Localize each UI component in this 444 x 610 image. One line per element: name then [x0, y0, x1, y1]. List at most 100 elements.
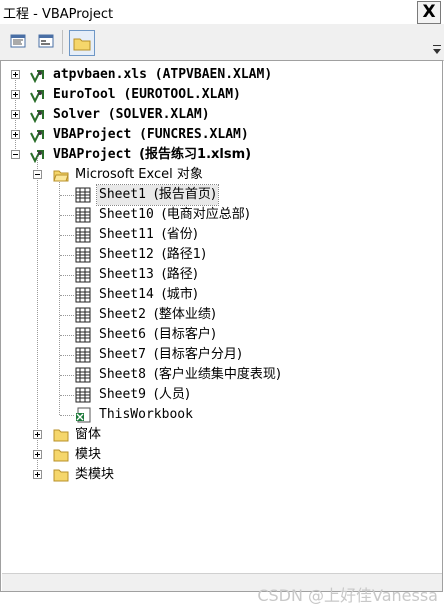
tree-folder-class-modules[interactable]: 类模块	[1, 465, 441, 485]
toolbar-overflow-button[interactable]	[432, 42, 442, 56]
toolbar-separator	[62, 30, 63, 54]
expand-icon[interactable]	[33, 450, 42, 459]
toggle-folders-button[interactable]	[69, 30, 95, 56]
folder-label: 类模块	[75, 467, 115, 482]
project-name: EuroTool	[53, 87, 116, 102]
sheet-name: Sheet6	[99, 327, 146, 342]
sheet-caption: (人员)	[153, 387, 190, 402]
workbook-icon	[76, 407, 91, 423]
project-detail: (ATPVBAEN.XLAM)	[154, 67, 273, 82]
sheet-caption: (路径)	[161, 267, 198, 282]
collapse-icon[interactable]	[33, 170, 42, 179]
sheet-name: Sheet12	[99, 247, 154, 262]
sheet-name: Sheet7	[99, 347, 146, 362]
close-button[interactable]: X	[417, 1, 441, 24]
sheet-name: Sheet11	[99, 227, 154, 242]
project-tree[interactable]: atpvbaen.xls (ATPVBAEN.XLAM) EuroTool (E…	[0, 60, 443, 592]
sheet-name: Sheet2	[99, 307, 146, 322]
view-code-button[interactable]	[8, 31, 28, 51]
sheet-name: Sheet13	[99, 267, 154, 282]
tree-folder-forms[interactable]: 窗体	[1, 425, 441, 445]
worksheet-icon	[75, 207, 91, 223]
worksheet-icon	[75, 187, 91, 203]
sheet-caption: (省份)	[161, 227, 198, 242]
tree-project-eurotool[interactable]: EuroTool (EUROTOOL.XLAM)	[1, 85, 441, 105]
sheet-caption: (目标客户)	[153, 327, 216, 342]
tree-connector	[60, 415, 74, 416]
tree-sheet[interactable]: Sheet10 (电商对应总部)	[1, 205, 441, 225]
tree-sheet[interactable]: Sheet11 (省份)	[1, 225, 441, 245]
tree-connector	[60, 235, 74, 236]
tree-connector	[60, 275, 74, 276]
tree-sheet[interactable]: Sheet6 (目标客户)	[1, 325, 441, 345]
tree-folder-modules[interactable]: 模块	[1, 445, 441, 465]
sheet-name: Sheet1	[99, 187, 146, 202]
tree-connector	[60, 295, 74, 296]
worksheet-icon	[75, 307, 91, 323]
folder-label: 模块	[75, 447, 102, 462]
folder-icon	[53, 429, 69, 442]
worksheet-icon	[75, 327, 91, 343]
sheet-name: Sheet9	[99, 387, 146, 402]
tree-sheet[interactable]: Sheet1 (报告首页)	[1, 184, 441, 206]
tree-project-funcres[interactable]: VBAProject (FUNCRES.XLAM)	[1, 125, 441, 145]
sheet-caption: (电商对应总部)	[161, 207, 250, 222]
tree-project-report[interactable]: VBAProject (报告练习1.xlsm)	[1, 145, 441, 165]
sheet-caption: (客户业绩集中度表现)	[153, 367, 281, 382]
vba-project-icon	[30, 90, 44, 103]
workbook-label: ThisWorkbook	[99, 407, 193, 422]
vba-project-icon	[30, 70, 44, 83]
expand-icon[interactable]	[11, 130, 20, 139]
tree-connector	[60, 315, 74, 316]
expand-icon[interactable]	[33, 470, 42, 479]
tree-workbook[interactable]: ThisWorkbook	[1, 405, 441, 425]
window-title: 工程 - VBAProject	[3, 7, 114, 22]
expand-icon[interactable]	[33, 430, 42, 439]
project-name: VBAProject	[53, 127, 132, 142]
watermark: CSDN @上好佳Vanessa	[257, 586, 438, 605]
tree-sheet[interactable]: Sheet13 (路径)	[1, 265, 441, 285]
view-object-icon	[38, 34, 54, 48]
tree-project-atpvbaen[interactable]: atpvbaen.xls (ATPVBAEN.XLAM)	[1, 65, 441, 85]
expand-icon[interactable]	[11, 110, 20, 119]
tree-sheet[interactable]: Sheet7 (目标客户分月)	[1, 345, 441, 365]
sheet-caption: (路径1)	[161, 247, 207, 262]
worksheet-icon	[75, 347, 91, 363]
folder-icon	[73, 38, 91, 51]
tree-connector	[60, 255, 74, 256]
worksheet-icon	[75, 367, 91, 383]
project-detail: (FUNCRES.XLAM)	[139, 127, 249, 142]
tree-connector	[60, 195, 74, 196]
expand-icon[interactable]	[11, 70, 20, 79]
view-object-button[interactable]	[36, 31, 56, 51]
tree-folder-excel-objects[interactable]: Microsoft Excel 对象	[1, 165, 441, 185]
tree-connector	[60, 215, 74, 216]
sheet-caption: (报告首页)	[153, 187, 216, 202]
collapse-icon[interactable]	[11, 150, 20, 159]
open-folder-icon	[53, 170, 69, 182]
folder-icon	[53, 469, 69, 482]
vba-project-icon	[30, 130, 44, 143]
tree-sheet[interactable]: Sheet14 (城市)	[1, 285, 441, 305]
tree-connector	[60, 375, 74, 376]
project-detail: (报告练习1.xlsm)	[139, 147, 252, 162]
window-titlebar: 工程 - VBAProject X	[0, 0, 444, 25]
tree-project-solver[interactable]: Solver (SOLVER.XLAM)	[1, 105, 441, 125]
tree-connector	[60, 395, 74, 396]
worksheet-icon	[75, 247, 91, 263]
project-name: atpvbaen.xls	[53, 67, 147, 82]
folder-icon	[53, 449, 69, 462]
tree-sheet[interactable]: Sheet8 (客户业绩集中度表现)	[1, 365, 441, 385]
tree-sheet[interactable]: Sheet12 (路径1)	[1, 245, 441, 265]
expand-icon[interactable]	[11, 90, 20, 99]
tree-sheet[interactable]: Sheet2 (整体业绩)	[1, 305, 441, 325]
project-detail: (SOLVER.XLAM)	[107, 107, 210, 122]
project-toolbar	[0, 24, 444, 61]
sheet-name: Sheet8	[99, 367, 146, 382]
project-name: VBAProject	[53, 147, 132, 162]
tree-sheet[interactable]: Sheet9 (人员)	[1, 385, 441, 405]
folder-label: Microsoft Excel 对象	[75, 167, 203, 182]
worksheet-icon	[75, 227, 91, 243]
sheet-name: Sheet10	[99, 207, 154, 222]
folder-label: 窗体	[75, 427, 102, 442]
